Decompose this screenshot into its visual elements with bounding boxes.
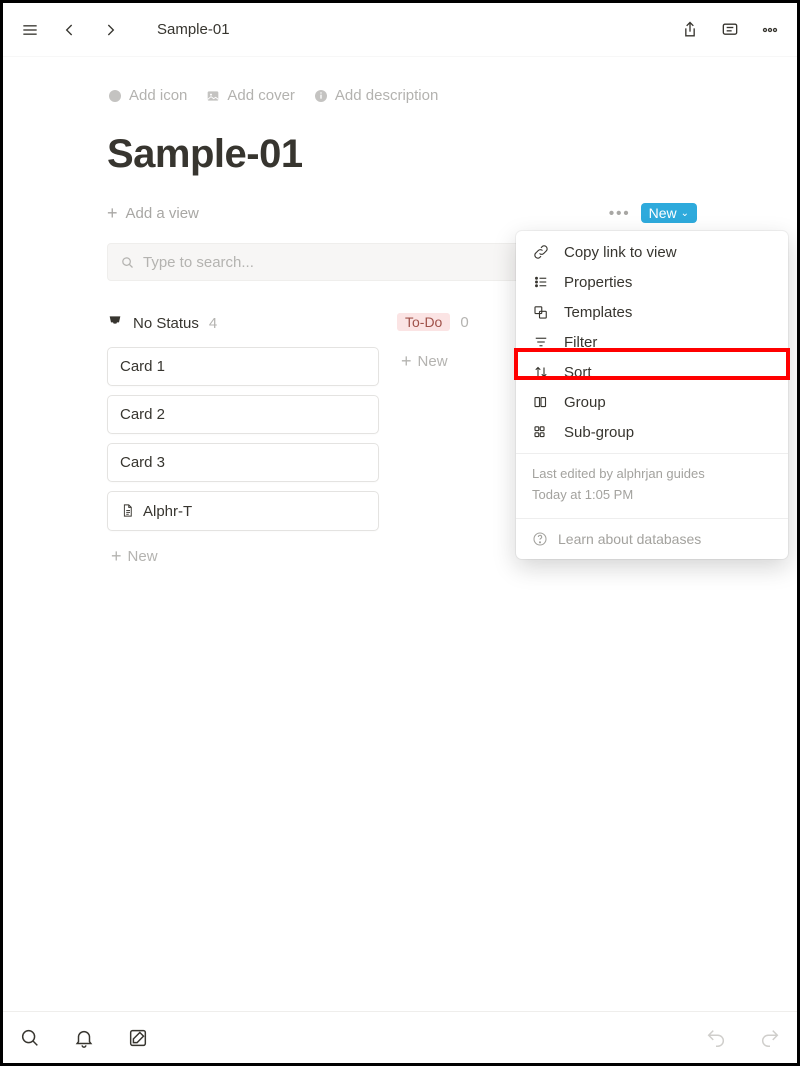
menu-learn-link[interactable]: Learn about databases bbox=[516, 525, 788, 553]
card[interactable]: Card 1 bbox=[107, 347, 379, 386]
chevron-down-icon: ⌄ bbox=[681, 208, 689, 219]
menu-item-group[interactable]: Group bbox=[516, 387, 788, 417]
card[interactable]: Card 3 bbox=[107, 443, 379, 482]
menu-icon[interactable] bbox=[19, 19, 41, 41]
menu-item-label: Filter bbox=[564, 334, 597, 351]
properties-icon bbox=[532, 273, 550, 291]
forward-icon[interactable] bbox=[99, 19, 121, 41]
column-label: No Status bbox=[133, 315, 199, 332]
plus-icon: + bbox=[401, 351, 412, 372]
menu-item-label: Copy link to view bbox=[564, 244, 677, 261]
view-context-menu: Copy link to view Properties Templates F… bbox=[516, 231, 788, 559]
menu-item-label: Group bbox=[564, 394, 606, 411]
add-icon-label: Add icon bbox=[129, 87, 187, 104]
add-icon-button[interactable]: Add icon bbox=[107, 87, 187, 104]
column-tag: To-Do bbox=[397, 313, 450, 331]
group-icon bbox=[532, 393, 550, 411]
topbar: Sample-01 bbox=[3, 3, 797, 57]
inbox-icon bbox=[107, 313, 123, 333]
link-icon bbox=[532, 243, 550, 261]
card[interactable]: Card 2 bbox=[107, 395, 379, 434]
menu-learn-label: Learn about databases bbox=[558, 531, 701, 547]
menu-meta: Last edited by alphrjan guides Today at … bbox=[516, 460, 788, 512]
menu-item-templates[interactable]: Templates bbox=[516, 297, 788, 327]
document-icon bbox=[120, 503, 143, 520]
card-title: Card 1 bbox=[120, 358, 165, 375]
bottombar bbox=[3, 1011, 797, 1063]
add-view-button[interactable]: Add a view bbox=[126, 205, 199, 222]
view-more-icon[interactable]: ••• bbox=[609, 205, 631, 222]
add-card-label: New bbox=[418, 353, 448, 370]
menu-item-copy-link[interactable]: Copy link to view bbox=[516, 237, 788, 267]
card-title: Card 2 bbox=[120, 406, 165, 423]
card[interactable]: Alphr-T bbox=[107, 491, 379, 531]
column-count: 4 bbox=[209, 315, 217, 332]
filter-icon bbox=[532, 333, 550, 351]
plus-icon: + bbox=[107, 204, 118, 222]
plus-icon: + bbox=[111, 546, 122, 567]
new-button[interactable]: New ⌄ bbox=[641, 203, 697, 223]
view-row: + Add a view ••• New ⌄ bbox=[107, 203, 697, 223]
share-icon[interactable] bbox=[679, 19, 701, 41]
page-title[interactable]: Sample-01 bbox=[107, 132, 697, 177]
help-icon bbox=[532, 531, 548, 547]
menu-item-properties[interactable]: Properties bbox=[516, 267, 788, 297]
add-card-label: New bbox=[128, 548, 158, 565]
sort-icon bbox=[532, 363, 550, 381]
new-button-label: New bbox=[649, 205, 677, 221]
menu-edited-at: Today at 1:05 PM bbox=[532, 485, 772, 506]
notifications-icon[interactable] bbox=[73, 1027, 95, 1049]
column-count: 0 bbox=[460, 314, 468, 331]
back-icon[interactable] bbox=[59, 19, 81, 41]
templates-icon bbox=[532, 303, 550, 321]
add-card-button[interactable]: + New bbox=[107, 540, 379, 573]
add-cover-button[interactable]: Add cover bbox=[205, 87, 295, 104]
menu-item-label: Sort bbox=[564, 364, 592, 381]
board-column-no-status: No Status 4 Card 1 Card 2 Card 3 Alphr-T… bbox=[107, 313, 379, 573]
add-description-button[interactable]: Add description bbox=[313, 87, 438, 104]
search-icon[interactable] bbox=[19, 1027, 41, 1049]
compose-icon[interactable] bbox=[127, 1027, 149, 1049]
comments-icon[interactable] bbox=[719, 19, 741, 41]
card-title: Card 3 bbox=[120, 454, 165, 471]
subgroup-icon bbox=[532, 423, 550, 441]
menu-item-sort[interactable]: Sort bbox=[516, 357, 788, 387]
add-cover-label: Add cover bbox=[227, 87, 295, 104]
redo-icon[interactable] bbox=[759, 1027, 781, 1049]
page-actions: Add icon Add cover Add description bbox=[107, 87, 697, 104]
menu-item-label: Templates bbox=[564, 304, 632, 321]
search-icon bbox=[120, 255, 135, 270]
add-description-label: Add description bbox=[335, 87, 438, 104]
menu-edited-by: Last edited by alphrjan guides bbox=[532, 464, 772, 485]
menu-item-label: Sub-group bbox=[564, 424, 634, 441]
undo-icon[interactable] bbox=[705, 1027, 727, 1049]
menu-item-filter[interactable]: Filter bbox=[516, 327, 788, 357]
breadcrumb-title[interactable]: Sample-01 bbox=[157, 21, 230, 38]
menu-item-subgroup[interactable]: Sub-group bbox=[516, 417, 788, 447]
menu-item-label: Properties bbox=[564, 274, 632, 291]
card-title: Alphr-T bbox=[143, 503, 192, 520]
more-icon[interactable] bbox=[759, 19, 781, 41]
